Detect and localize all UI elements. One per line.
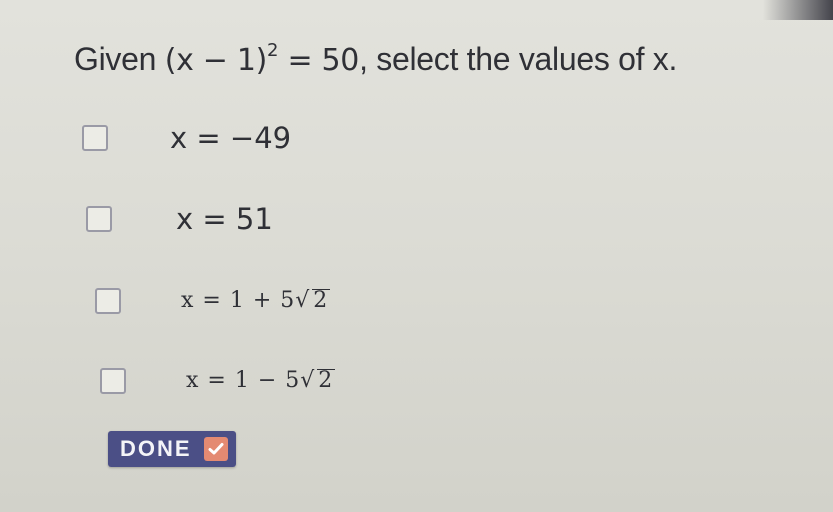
option-3-label: x = 1 + 5√ 2 bbox=[181, 288, 331, 313]
equation-base: (x − 1) bbox=[164, 43, 268, 78]
done-button[interactable]: DONE bbox=[108, 431, 236, 467]
done-check-area bbox=[199, 431, 236, 467]
option-1-checkbox[interactable] bbox=[82, 125, 108, 151]
equation-exponent: 2 bbox=[267, 40, 279, 61]
corner-shadow bbox=[763, 0, 833, 20]
equation-rest: = 50 bbox=[278, 43, 360, 78]
option-3-radicand: 2 bbox=[312, 288, 331, 313]
answer-option-1[interactable]: x = −49 bbox=[82, 121, 291, 155]
question-suffix: , select the values of x. bbox=[359, 41, 678, 77]
checkmark-icon bbox=[203, 437, 228, 461]
option-4-label: x = 1 − 5√ 2 bbox=[186, 368, 336, 393]
question-prefix: Given bbox=[74, 41, 165, 77]
question-prompt: Given (x − 1)2 = 50, select the values o… bbox=[74, 40, 677, 78]
option-3-checkbox[interactable] bbox=[95, 288, 121, 314]
option-4-radicand: 2 bbox=[317, 368, 336, 393]
answer-option-4[interactable]: x = 1 − 5√ 2 bbox=[100, 368, 336, 394]
answer-option-2[interactable]: x = 51 bbox=[86, 202, 273, 236]
option-2-checkbox[interactable] bbox=[86, 206, 112, 232]
done-button-label: DONE bbox=[108, 431, 200, 467]
sqrt-icon: √ bbox=[300, 368, 316, 393]
sqrt-icon: √ bbox=[295, 288, 311, 313]
option-4-checkbox[interactable] bbox=[100, 368, 126, 394]
option-1-label: x = −49 bbox=[170, 121, 292, 155]
answer-option-3[interactable]: x = 1 + 5√ 2 bbox=[95, 288, 331, 314]
option-4-prefix: x = 1 − 5 bbox=[186, 368, 301, 393]
question-equation: (x − 1)2 = 50 bbox=[164, 40, 360, 78]
option-3-prefix: x = 1 + 5 bbox=[181, 288, 296, 313]
option-2-label: x = 51 bbox=[176, 202, 273, 236]
